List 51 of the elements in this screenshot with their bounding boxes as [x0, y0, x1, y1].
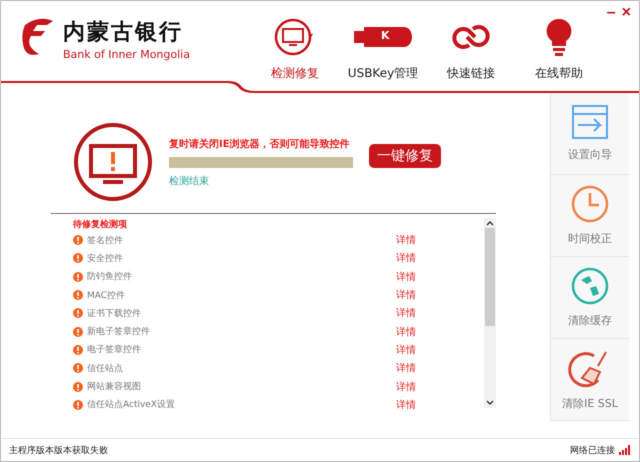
- clock-icon: [571, 185, 609, 223]
- item-name: 防钓鱼控件: [87, 270, 133, 284]
- details-link[interactable]: 详情: [396, 288, 416, 302]
- details-link[interactable]: 详情: [396, 306, 416, 320]
- bank-name: 内蒙古银行: [63, 18, 184, 46]
- bulb-icon: [544, 17, 574, 57]
- monitor-warning-icon: [73, 122, 153, 202]
- details-link[interactable]: 详情: [396, 324, 416, 339]
- warning-icon: [73, 308, 83, 318]
- warning-text: 复时请关闭IE浏览器，否则可能导致控件: [169, 138, 351, 150]
- item-name: 电子签章控件: [87, 344, 142, 356]
- details-link[interactable]: 详情: [396, 361, 416, 376]
- details-link[interactable]: 详情: [396, 251, 416, 266]
- item-name: 证书下载控件: [87, 308, 142, 320]
- bank-name-english: Bank of Inner Mongolia: [63, 48, 190, 60]
- repair-button[interactable]: 一键修复: [369, 144, 441, 168]
- minimize-button[interactable]: –: [606, 5, 616, 21]
- item-name: 信任站点: [87, 362, 124, 375]
- key-letter: K: [381, 29, 390, 42]
- item-name: 安全控件: [87, 252, 124, 265]
- nav-tab[interactable]: 在线帮助: [515, 17, 603, 82]
- details-link[interactable]: 详情: [396, 233, 416, 248]
- scan-status: 检测结束: [169, 174, 210, 188]
- signal-icon: [619, 445, 631, 455]
- nav-tab[interactable]: 检测修复: [251, 17, 339, 82]
- warning-icon: [73, 326, 83, 337]
- version-status: 主程序版本版本获取失败: [9, 444, 108, 456]
- warning-icon: [73, 253, 83, 264]
- warning-icon: [73, 235, 83, 246]
- nav-tab[interactable]: 快速链接: [427, 17, 515, 82]
- details-link[interactable]: 详情: [396, 380, 416, 394]
- item-name: 信任站点ActiveX设置: [87, 398, 176, 412]
- warning-icon: [73, 290, 83, 300]
- nav-tab[interactable]: K USBKey管理: [339, 17, 427, 82]
- item-name: 新电子签章控件: [87, 326, 151, 338]
- list-heading: 待修复检测项: [73, 218, 128, 231]
- warning-icon: [73, 382, 83, 392]
- details-link[interactable]: 详情: [396, 398, 416, 412]
- close-button[interactable]: ×: [622, 5, 631, 21]
- warning-icon: [73, 344, 83, 355]
- details-link[interactable]: 详情: [396, 270, 416, 284]
- details-link[interactable]: 详情: [396, 342, 416, 357]
- warning-icon: [73, 363, 83, 374]
- warning-icon: [73, 272, 83, 282]
- network-status: 网络已连接: [570, 444, 615, 456]
- scrollbar[interactable]: [484, 218, 496, 408]
- item-name: 网站兼容视图: [87, 380, 142, 394]
- item-name: 签名控件: [87, 234, 124, 247]
- item-name: MAC控件: [87, 290, 126, 302]
- globe-icon: [571, 267, 609, 305]
- warning-icon: [73, 400, 83, 410]
